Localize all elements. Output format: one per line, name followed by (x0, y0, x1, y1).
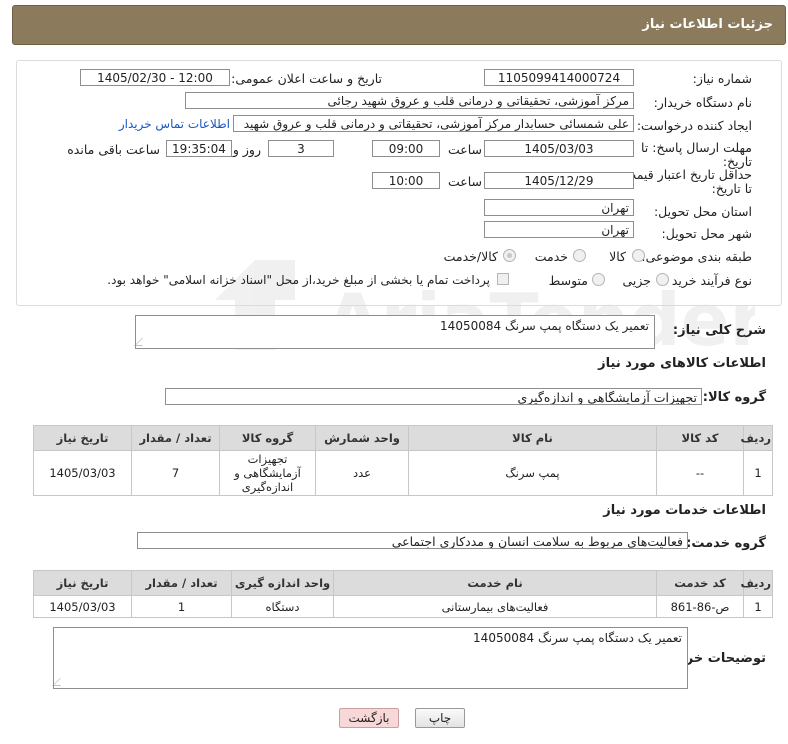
services-table: ردیف کد خدمت نام خدمت واحد اندازه گیری ت… (33, 570, 773, 618)
days-remaining-field: 3 (268, 140, 334, 157)
buyer-org-field: مرکز آموزشی، تحقیقاتی و درمانی قلب و عرو… (185, 92, 634, 109)
col-date: تاریخ نیاز (33, 425, 132, 451)
days-label: روز و (232, 142, 261, 157)
services-section-title: اطلاعات خدمات مورد نیاز (603, 503, 766, 518)
table-row: 1 -- پمپ سرنگ عدد تجهیزات آزمایشگاهی و ا… (33, 450, 773, 496)
cell-name: پمپ سرنگ (408, 450, 657, 496)
col-name: نام خدمت (333, 570, 657, 596)
process-radio-minor[interactable] (656, 273, 669, 286)
category-option-goods: کالا (609, 249, 626, 264)
resize-grip-icon[interactable] (134, 338, 150, 346)
process-option-minor: جزیی (622, 273, 651, 288)
time-remaining-label: ساعت باقی مانده (67, 142, 160, 157)
col-group: گروه کالا (219, 425, 316, 451)
need-number-label: شماره نیاز: (692, 71, 752, 86)
category-option-service: خدمت (534, 249, 568, 264)
page-title: جزئیات اطلاعات نیاز (642, 17, 773, 32)
col-code: کد خدمت (656, 570, 744, 596)
cell-code: -- (656, 450, 744, 496)
cell-qty: 1 (131, 595, 232, 618)
col-qty: تعداد / مقدار (131, 570, 232, 596)
back-button[interactable]: بازگشت (339, 708, 399, 728)
reply-time-label: ساعت (447, 142, 482, 157)
cell-code: ص-86-861 (656, 595, 744, 618)
price-validity-time-field: 10:00 (372, 172, 440, 189)
col-unit: واحد شمارش (315, 425, 409, 451)
buyer-notes-text: تعمیر یک دستگاه پمپ سرنگ 14050084 (473, 631, 682, 645)
requester-field: علی شمسائی حسابدار مرکز آموزشی، تحقیقاتی… (233, 115, 634, 132)
need-number-field: 1105099414000724 (484, 69, 634, 86)
services-group-label: گروه خدمت: (686, 536, 766, 551)
col-unit: واحد اندازه گیری (231, 570, 334, 596)
purchase-process-label: نوع فرآیند خرید : (663, 273, 752, 288)
reply-deadline-time-field: 09:00 (372, 140, 440, 157)
cell-date: 1405/03/03 (33, 595, 132, 618)
buyer-notes-textarea[interactable]: تعمیر یک دستگاه پمپ سرنگ 14050084 (52, 627, 688, 689)
reply-deadline-label: مهلت ارسال پاسخ: تا (641, 140, 752, 155)
col-row: ردیف (740, 425, 773, 451)
col-name: نام کالا (408, 425, 657, 451)
cell-group-line1: تجهیزات (247, 452, 288, 466)
summary-text: تعمیر یک دستگاه پمپ سرنگ 14050084 (440, 319, 649, 333)
price-validity-label: حداقل تاریخ اعتبار قیمت: (620, 167, 752, 182)
requester-label: ایجاد کننده درخواست: (636, 118, 752, 133)
cell-name: فعالیت‌های بیمارستانی (333, 595, 657, 618)
cell-row: 1 (743, 450, 773, 496)
announce-datetime-field: 1405/02/30 - 12:00 (80, 69, 230, 86)
category-radio-goods[interactable] (632, 249, 645, 262)
resize-grip-icon[interactable] (52, 678, 68, 686)
goods-table: ردیف کد کالا نام کالا واحد شمارش گروه کا… (33, 425, 773, 496)
category-option-goods-service: کالا/خدمت (443, 249, 498, 264)
buyer-contact-link[interactable]: اطلاعات تماس خریدار (119, 117, 230, 131)
page-header: جزئیات اطلاعات نیاز (12, 5, 786, 45)
cell-group: تجهیزات آزمایشگاهی و اندازه‌گیری (219, 450, 316, 496)
cell-unit: عدد (315, 450, 409, 496)
cell-unit: دستگاه (231, 595, 334, 618)
goods-section-title: اطلاعات کالاهای مورد نیاز (598, 356, 766, 371)
cell-group-line3: اندازه‌گیری (241, 480, 294, 494)
col-qty: تعداد / مقدار (131, 425, 220, 451)
services-group-field: فعالیت‌های مربوط به سلامت انسان و مددکار… (137, 532, 688, 549)
cell-date: 1405/03/03 (33, 450, 132, 496)
need-details-page: جزئیات اطلاعات نیاز AriaTender.net شماره… (0, 0, 788, 744)
goods-group-field: تجهیزات آزمایشگاهی و اندازه‌گیری (165, 388, 702, 405)
process-radio-medium[interactable] (592, 273, 605, 286)
table-row: 1 ص-86-861 فعالیت‌های بیمارستانی دستگاه … (33, 595, 773, 618)
announce-datetime-label: تاریخ و ساعت اعلان عمومی: (231, 71, 382, 86)
col-date: تاریخ نیاز (33, 570, 132, 596)
category-label: طبقه بندی موضوعی: (641, 249, 752, 264)
treasury-payment-checkbox[interactable] (497, 273, 509, 285)
print-button[interactable]: چاپ (415, 708, 465, 728)
services-table-header: ردیف کد خدمت نام خدمت واحد اندازه گیری ت… (33, 570, 773, 596)
delivery-city-label: شهر محل تحویل: (661, 226, 752, 241)
time-remaining-field: 19:35:04 (166, 140, 232, 157)
price-validity-date-field: 1405/12/29 (484, 172, 634, 189)
summary-label: شرح کلی نیاز: (672, 323, 766, 338)
delivery-province-label: استان محل تحویل: (653, 204, 752, 219)
treasury-payment-note: پرداخت تمام یا بخشی از مبلغ خرید،از محل … (107, 273, 490, 287)
summary-textarea[interactable]: تعمیر یک دستگاه پمپ سرنگ 14050084 (134, 315, 655, 349)
col-row: ردیف (740, 570, 773, 596)
category-radio-goods-service[interactable] (503, 249, 516, 262)
goods-group-label: گروه کالا: (702, 390, 766, 405)
col-code: کد کالا (656, 425, 744, 451)
cell-row: 1 (743, 595, 773, 618)
cell-group-line2: آزمایشگاهی و (234, 466, 301, 480)
delivery-province-field: تهران (484, 199, 634, 216)
process-option-medium: متوسط (548, 273, 588, 288)
goods-table-header: ردیف کد کالا نام کالا واحد شمارش گروه کا… (33, 425, 773, 451)
buyer-org-label: نام دستگاه خریدار: (653, 95, 752, 110)
price-validity-label-date: تا تاریخ: (711, 181, 752, 196)
cell-qty: 7 (131, 450, 220, 496)
category-radio-service[interactable] (573, 249, 586, 262)
delivery-city-field: تهران (484, 221, 634, 238)
reply-deadline-date-field: 1405/03/03 (484, 140, 634, 157)
price-validity-time-label: ساعت (447, 174, 482, 189)
